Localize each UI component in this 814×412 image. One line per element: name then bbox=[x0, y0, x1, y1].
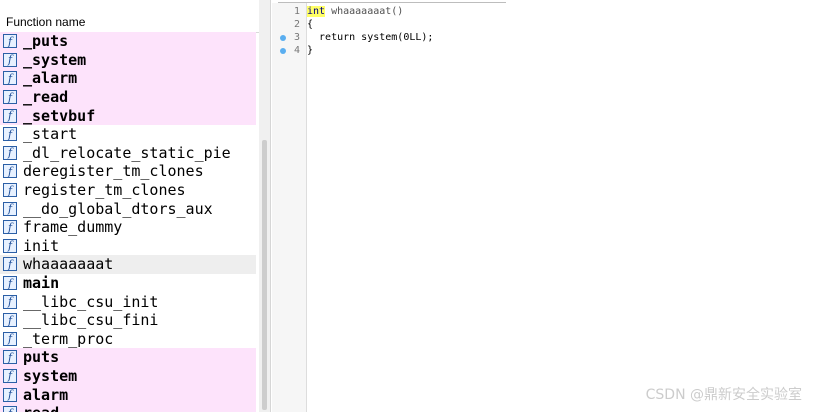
function-f-icon: f bbox=[3, 127, 17, 142]
functions-panel: Function name f _puts f _system f _alarm f _rea… bbox=[0, 0, 271, 412]
function-list-item[interactable]: fread bbox=[0, 403, 256, 412]
function-list-item[interactable]: f _alarm bbox=[0, 69, 256, 88]
function-list-item[interactable]: f __libc_csu_init bbox=[0, 292, 256, 311]
function-name-label: _term_proc bbox=[23, 329, 114, 348]
function-f-icon: f bbox=[3, 276, 17, 291]
function-name-label: frame_dummy bbox=[23, 218, 123, 237]
code-tab-bar bbox=[272, 0, 814, 3]
function-list-item[interactable]: f __libc_csu_fini bbox=[0, 311, 256, 330]
function-name-label: system bbox=[23, 366, 78, 385]
function-list-item[interactable]: f deregister_tm_clones bbox=[0, 162, 256, 181]
function-list-item[interactable]: f _system bbox=[0, 50, 256, 70]
function-f-icon: f bbox=[3, 406, 17, 412]
function-f-icon: f bbox=[3, 238, 17, 253]
function-list-item[interactable]: f init bbox=[0, 237, 256, 256]
functions-scrollbar[interactable] bbox=[259, 0, 270, 412]
function-list-item[interactable]: f puts bbox=[0, 348, 256, 367]
watermark: CSDN @鼎新安全实验室 bbox=[645, 387, 802, 403]
code-line[interactable]: 4} bbox=[272, 44, 814, 58]
code-token: return system(0LL); bbox=[307, 32, 434, 43]
function-name-label: main bbox=[23, 274, 60, 293]
function-name-label: puts bbox=[23, 348, 60, 367]
functions-header-label: Function name bbox=[6, 15, 86, 29]
function-name-label: __do_global_dtors_aux bbox=[23, 199, 213, 218]
function-name-label: init bbox=[23, 236, 60, 255]
function-f-icon: f bbox=[3, 368, 17, 383]
code-token: { bbox=[307, 19, 314, 30]
function-list-item[interactable]: f register_tm_clones bbox=[0, 181, 256, 200]
function-f-icon: f bbox=[3, 313, 17, 328]
function-f-icon: f bbox=[3, 145, 17, 160]
code-line[interactable]: 3 return system(0LL); bbox=[272, 31, 814, 45]
line-number-gutter bbox=[272, 3, 307, 412]
function-name-label: _alarm bbox=[23, 69, 78, 88]
function-name-label: whaaaaaaat bbox=[23, 255, 114, 274]
function-name-label: __libc_csu_init bbox=[23, 292, 159, 311]
code-text: } bbox=[307, 44, 313, 58]
line-number: 4 bbox=[293, 45, 300, 56]
function-f-icon: f bbox=[3, 257, 17, 272]
function-f-icon: f bbox=[3, 387, 17, 402]
function-name-label: _puts bbox=[23, 32, 69, 51]
function-name-label: _start bbox=[23, 125, 78, 144]
function-f-icon: f bbox=[3, 71, 17, 86]
function-f-icon: f bbox=[3, 164, 17, 179]
line-number: 2 bbox=[293, 19, 300, 30]
code-line[interactable]: 1 int whaaaaaaat() bbox=[272, 5, 814, 19]
function-f-icon: f bbox=[3, 350, 17, 365]
function-name-label: _read bbox=[23, 88, 69, 107]
code-line[interactable]: 2{ bbox=[272, 18, 814, 32]
code-text: { bbox=[307, 18, 313, 32]
line-number: 3 bbox=[293, 32, 300, 43]
functions-column-header[interactable]: Function name bbox=[0, 12, 262, 33]
code-text: return system(0LL); bbox=[307, 31, 433, 45]
function-list-item[interactable]: f _term_proc bbox=[0, 330, 256, 349]
function-f-icon: f bbox=[3, 34, 17, 49]
function-list-item[interactable]: f alarm bbox=[0, 385, 256, 404]
function-list-item[interactable]: f __do_global_dtors_aux bbox=[0, 199, 256, 218]
function-name-label: alarm bbox=[23, 385, 69, 404]
function-f-icon: f bbox=[3, 201, 17, 216]
function-f-icon: f bbox=[3, 183, 17, 198]
code-token: } bbox=[307, 45, 314, 56]
function-list-item[interactable]: f frame_dummy bbox=[0, 218, 256, 237]
functions-scrollbar-thumb[interactable] bbox=[262, 140, 267, 410]
function-name-label: _dl_relocate_static_pie bbox=[23, 143, 231, 162]
function-list-item[interactable]: f _dl_relocate_static_pie bbox=[0, 144, 256, 163]
function-f-icon: f bbox=[3, 108, 17, 123]
keyword-token: int bbox=[307, 6, 326, 17]
function-f-icon: f bbox=[3, 294, 17, 309]
breakpoint-dot-icon[interactable] bbox=[280, 35, 286, 41]
function-name-label: register_tm_clones bbox=[23, 181, 186, 200]
function-name-label: _system bbox=[23, 50, 87, 69]
line-number: 1 bbox=[293, 6, 300, 17]
function-f-icon: f bbox=[3, 52, 17, 67]
function-list-item[interactable]: f system bbox=[0, 366, 256, 386]
function-list-item[interactable]: f whaaaaaaat bbox=[0, 255, 256, 274]
code-token: whaaaaaaat() bbox=[325, 6, 404, 17]
function-f-icon: f bbox=[3, 220, 17, 235]
pseudocode-view[interactable]: 1 int whaaaaaaat() 2{3 return system(0LL);… bbox=[272, 0, 814, 412]
function-list-item[interactable]: f _read bbox=[0, 87, 256, 107]
function-list-item[interactable]: f _start bbox=[0, 125, 256, 144]
function-list-item[interactable]: f main bbox=[0, 274, 256, 293]
code-text: int whaaaaaaat() bbox=[307, 5, 403, 19]
function-name-label: deregister_tm_clones bbox=[23, 162, 204, 181]
function-name-label: __libc_csu_fini bbox=[23, 311, 159, 330]
function-list-item[interactable]: f _setvbuf bbox=[0, 106, 256, 125]
breakpoint-dot-icon[interactable] bbox=[280, 48, 286, 54]
function-name-label: _setvbuf bbox=[23, 106, 96, 125]
function-f-icon: f bbox=[3, 90, 17, 105]
function-name-label: read bbox=[23, 404, 59, 412]
function-f-icon: f bbox=[3, 331, 17, 346]
function-list-item[interactable]: f _puts bbox=[0, 32, 256, 51]
functions-list: f _puts f _system f _alarm f _read f _setvbuf f _st… bbox=[0, 32, 256, 412]
